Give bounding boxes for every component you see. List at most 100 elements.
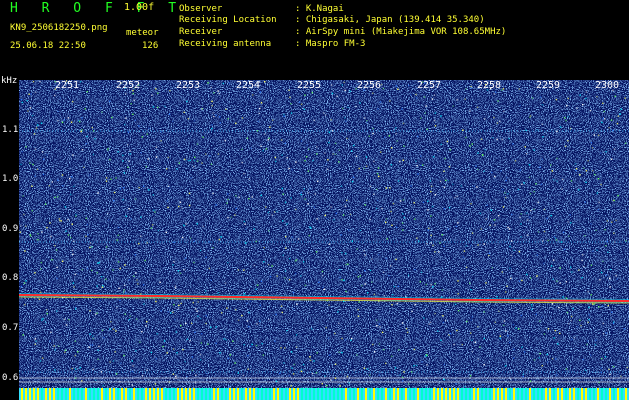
- noise-speck: [477, 358, 480, 360]
- level-tick: [433, 388, 435, 400]
- noise-speck: [132, 365, 134, 367]
- noise-speck: [525, 153, 528, 155]
- level-tick: [429, 388, 431, 400]
- noise-speck: [61, 174, 64, 176]
- level-tick: [105, 388, 107, 400]
- noise-speck: [341, 107, 344, 110]
- noise-speck: [313, 206, 316, 208]
- noise-speck: [276, 210, 278, 213]
- noise-speck: [346, 375, 349, 378]
- level-tick: [77, 388, 79, 400]
- noise-speck: [379, 229, 381, 231]
- noise-speck: [184, 360, 186, 363]
- noise-speck: [218, 238, 221, 241]
- noise-speck: [559, 126, 562, 128]
- level-tick: [313, 388, 315, 400]
- noise-speck: [282, 220, 284, 222]
- noise-speck: [380, 151, 382, 153]
- noise-speck: [291, 367, 293, 369]
- noise-speck: [73, 286, 75, 288]
- level-tick: [333, 388, 335, 400]
- noise-speck: [75, 215, 77, 217]
- level-tick: [201, 388, 203, 400]
- noise-speck: [81, 380, 83, 382]
- level-tick: [65, 388, 67, 400]
- noise-speck: [88, 174, 91, 176]
- noise-speck: [152, 106, 155, 108]
- noise-speck: [148, 127, 150, 129]
- noise-speck: [390, 355, 393, 357]
- noise-speck: [609, 277, 611, 280]
- noise-speck: [20, 285, 23, 288]
- noise-speck: [571, 271, 573, 273]
- noise-speck: [64, 349, 67, 351]
- noise-speck: [282, 254, 284, 256]
- noise-speck: [86, 267, 89, 270]
- noise-speck: [612, 366, 615, 368]
- noise-speck: [295, 208, 297, 211]
- noise-speck: [190, 177, 192, 179]
- noise-speck: [385, 218, 388, 220]
- noise-speck: [123, 172, 126, 174]
- noise-speck: [406, 331, 409, 334]
- level-tick: [397, 388, 399, 400]
- noise-speck: [602, 117, 604, 120]
- noise-speck: [402, 199, 405, 201]
- noise-speck: [364, 269, 366, 272]
- noise-speck: [166, 200, 168, 202]
- level-tick: [33, 388, 35, 400]
- noise-speck: [284, 201, 287, 204]
- noise-speck: [520, 223, 522, 225]
- noise-speck: [288, 167, 290, 170]
- noise-speck: [341, 351, 343, 354]
- noise-speck: [247, 355, 249, 357]
- x-tick-label: 2256: [357, 80, 382, 91]
- noise-speck: [569, 127, 572, 130]
- noise-speck: [508, 228, 511, 230]
- noise-speck: [115, 177, 117, 179]
- noise-speck: [525, 129, 527, 131]
- noise-speck: [612, 321, 615, 323]
- noise-speck: [307, 192, 310, 194]
- noise-speck: [251, 343, 253, 346]
- noise-speck: [51, 259, 53, 261]
- noise-speck: [300, 191, 302, 194]
- noise-speck: [245, 228, 247, 230]
- noise-speck: [290, 385, 292, 387]
- noise-speck: [194, 156, 196, 158]
- noise-speck: [89, 333, 91, 335]
- level-tick: [409, 388, 411, 400]
- noise-speck: [434, 312, 436, 315]
- noise-speck: [457, 222, 459, 224]
- noise-speck: [460, 185, 462, 187]
- noise-speck: [189, 237, 192, 239]
- noise-speck: [36, 124, 39, 126]
- noise-speck: [547, 239, 549, 242]
- noise-speck: [343, 81, 345, 84]
- noise-speck: [328, 304, 330, 306]
- noise-speck: [77, 351, 79, 353]
- noise-speck: [375, 207, 378, 209]
- noise-speck: [241, 148, 243, 151]
- noise-speck: [452, 183, 454, 186]
- noise-speck: [331, 129, 334, 132]
- noise-speck: [56, 310, 58, 312]
- noise-speck: [565, 304, 567, 307]
- noise-speck: [19, 231, 21, 233]
- noise-speck: [175, 377, 177, 379]
- noise-speck: [326, 385, 328, 387]
- noise-speck: [378, 175, 380, 178]
- noise-speck: [135, 272, 137, 274]
- level-tick: [189, 388, 191, 400]
- noise-speck: [383, 295, 386, 297]
- noise-speck: [64, 206, 67, 208]
- noise-speck: [344, 339, 347, 341]
- noise-speck: [402, 159, 404, 161]
- noise-speck: [471, 339, 473, 341]
- level-tick: [221, 388, 223, 400]
- noise-speck: [68, 318, 70, 321]
- noise-speck: [322, 112, 325, 114]
- noise-speck: [115, 373, 118, 375]
- level-tick: [73, 388, 75, 400]
- noise-speck: [440, 339, 442, 341]
